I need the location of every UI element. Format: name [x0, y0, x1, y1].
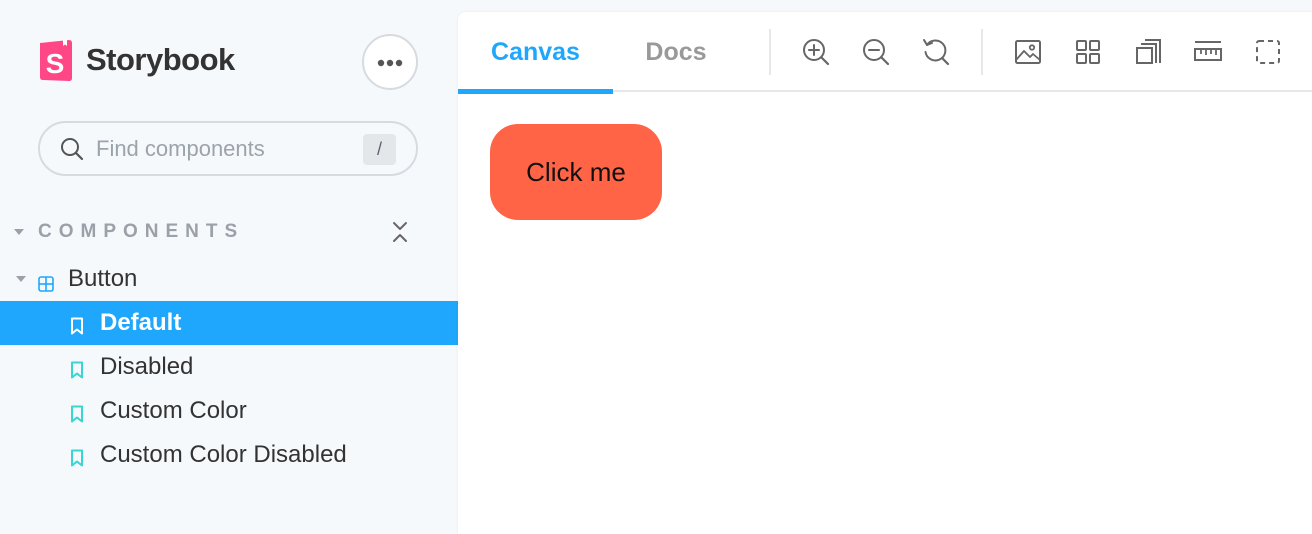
story-canvas: Click me — [458, 94, 1312, 534]
grid-icon[interactable] — [1070, 34, 1106, 70]
viewport-icon[interactable] — [1130, 34, 1166, 70]
zoom-in-icon[interactable] — [798, 34, 834, 70]
bookmark-icon — [70, 402, 84, 423]
click-me-button[interactable]: Click me — [490, 124, 662, 220]
section-title: COMPONENTS — [38, 221, 245, 242]
tab-canvas[interactable]: Canvas — [458, 12, 613, 94]
search-box[interactable]: / — [38, 121, 418, 176]
caret-down-icon — [14, 229, 24, 235]
collapse-all-icon[interactable] — [390, 220, 410, 244]
story-label: Default — [100, 309, 182, 336]
story-item-custom-color[interactable]: Custom Color — [0, 389, 458, 433]
component-icon — [38, 271, 54, 292]
preview-toolbar: Canvas Docs — [458, 12, 1312, 94]
story-label: Custom Color Disabled — [100, 441, 347, 468]
search-shortcut-badge: / — [363, 134, 396, 165]
ellipsis-icon — [377, 55, 403, 70]
tree-group-button[interactable]: Button — [0, 257, 458, 301]
menu-button[interactable] — [362, 34, 418, 90]
story-item-default[interactable]: Default — [0, 301, 458, 345]
storybook-logo-icon: S — [38, 38, 74, 82]
brand-name: Storybook — [86, 42, 235, 77]
preview-panel: Canvas Docs Click me — [458, 12, 1312, 534]
measure-icon[interactable] — [1190, 34, 1226, 70]
bookmark-icon — [70, 446, 84, 467]
sidebar: S Storybook / COMPONENTS — [0, 0, 458, 534]
brand[interactable]: S Storybook — [38, 38, 235, 82]
toolbar-divider — [981, 29, 983, 75]
bookmark-icon — [70, 314, 84, 335]
search-input[interactable] — [96, 133, 386, 165]
story-item-custom-color-disabled[interactable]: Custom Color Disabled — [0, 433, 458, 477]
story-item-disabled[interactable]: Disabled — [0, 345, 458, 389]
search-icon — [60, 137, 84, 161]
reset-zoom-icon[interactable] — [918, 34, 954, 70]
tree-group-label: Button — [68, 265, 138, 292]
caret-down-icon — [16, 276, 26, 282]
background-icon[interactable] — [1010, 34, 1046, 70]
bookmark-icon — [70, 358, 84, 379]
story-label: Custom Color — [100, 397, 247, 424]
tab-docs[interactable]: Docs — [613, 12, 739, 92]
zoom-out-icon[interactable] — [858, 34, 894, 70]
toolbar-divider — [769, 29, 771, 75]
story-label: Disabled — [100, 353, 194, 380]
components-section-header[interactable]: COMPONENTS — [14, 216, 418, 248]
svg-text:S: S — [46, 48, 65, 79]
outline-icon[interactable] — [1250, 34, 1286, 70]
